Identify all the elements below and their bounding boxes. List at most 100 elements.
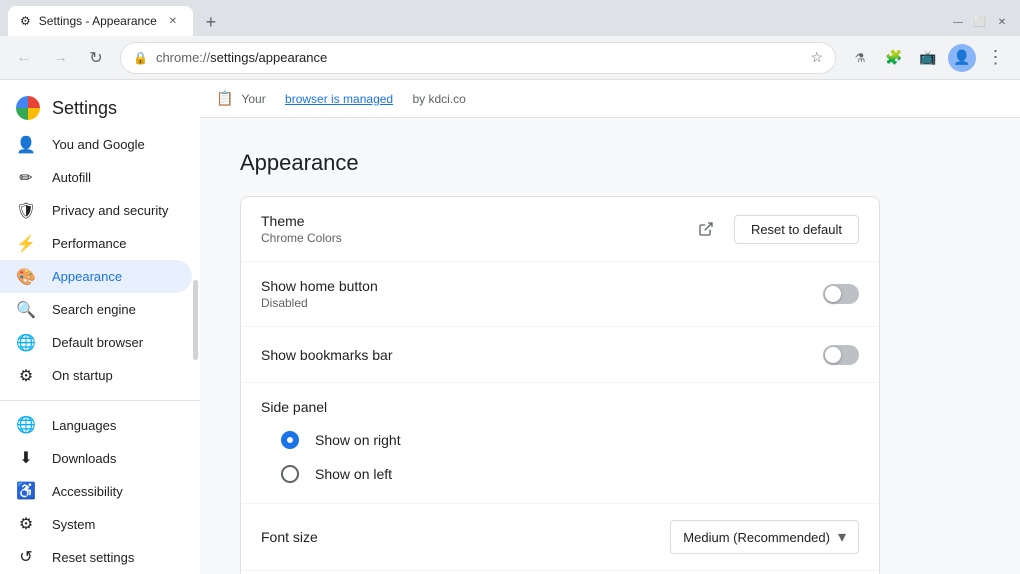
managed-link[interactable]: browser is managed bbox=[285, 92, 393, 106]
managed-text-suffix: by kdci.co bbox=[412, 92, 465, 106]
address-bar[interactable]: 🔒 chrome://settings/appearance ☆ bbox=[120, 42, 836, 74]
tab-bar: ⚙ Settings - Appearance ✕ + — ⬜ ✕ bbox=[0, 0, 1020, 36]
theme-subtitle: Chrome Colors bbox=[261, 231, 690, 245]
sidebar-label-you-and-google: You and Google bbox=[52, 137, 145, 152]
autofill-icon: ✏ bbox=[16, 168, 36, 188]
managed-text-prefix: Your bbox=[241, 92, 265, 106]
chrome-labs-button[interactable]: ⚗ bbox=[844, 42, 876, 74]
navigation-bar: ← → ↻ 🔒 chrome://settings/appearance ☆ ⚗… bbox=[0, 36, 1020, 80]
show-bookmarks-bar-control bbox=[823, 345, 859, 365]
tab-favicon: ⚙ bbox=[20, 14, 31, 28]
sidebar-item-default-browser[interactable]: 🌐 Default browser bbox=[0, 326, 192, 359]
page-title: Appearance bbox=[240, 142, 880, 176]
sidebar-item-autofill[interactable]: ✏ Autofill bbox=[0, 161, 192, 194]
new-tab-button[interactable]: + bbox=[197, 8, 225, 36]
minimize-button[interactable]: — bbox=[948, 12, 968, 32]
system-icon: ⚙ bbox=[16, 514, 36, 534]
side-panel-title: Side panel bbox=[261, 399, 859, 415]
external-link-icon bbox=[698, 221, 714, 237]
sidebar-item-appearance[interactable]: 🎨 Appearance bbox=[0, 260, 192, 293]
theme-controls: Reset to default bbox=[690, 213, 859, 245]
show-bookmarks-bar-row: Show bookmarks bar bbox=[241, 327, 879, 383]
startup-icon: ⚙ bbox=[16, 366, 36, 386]
sidebar-item-privacy-and-security[interactable]: 🛡 Privacy and security bbox=[0, 194, 192, 227]
sidebar-item-reset-settings[interactable]: ↺ Reset settings bbox=[0, 541, 192, 574]
font-size-dropdown-arrow: ▾ bbox=[838, 527, 846, 547]
sidebar-item-accessibility[interactable]: ♿ Accessibility bbox=[0, 475, 192, 508]
theme-info: Theme Chrome Colors bbox=[261, 213, 690, 245]
font-size-dropdown[interactable]: Medium (Recommended) ▾ bbox=[670, 520, 859, 554]
forward-button[interactable]: → bbox=[44, 42, 76, 74]
reset-icon: ↺ bbox=[16, 547, 36, 567]
sidebar-item-downloads[interactable]: ⬇ Downloads bbox=[0, 442, 192, 475]
side-panel-show-right-row: Show on right bbox=[261, 423, 859, 457]
profile-button[interactable]: 👤 bbox=[946, 42, 978, 74]
url-path-part: settings/appearance bbox=[210, 50, 327, 65]
cast-button[interactable]: 📺 bbox=[912, 42, 944, 74]
show-left-radio[interactable] bbox=[281, 465, 299, 483]
url-display: chrome://settings/appearance bbox=[156, 50, 802, 65]
show-home-button-info: Show home button Disabled bbox=[261, 278, 823, 310]
default-browser-icon: 🌐 bbox=[16, 333, 36, 353]
sidebar-label-downloads: Downloads bbox=[52, 451, 116, 466]
sidebar: Settings 👤 You and Google ✏ Autofill 🛡 P… bbox=[0, 80, 200, 574]
show-home-button-control bbox=[823, 284, 859, 304]
search-icon: 🔍 bbox=[16, 300, 36, 320]
extensions-button[interactable]: 🧩 bbox=[878, 42, 910, 74]
font-size-title: Font size bbox=[261, 529, 670, 545]
accessibility-icon: ♿ bbox=[16, 481, 36, 501]
sidebar-item-languages[interactable]: 🌐 Languages bbox=[0, 409, 192, 442]
theme-row: Theme Chrome Colors Reset bbox=[241, 197, 879, 262]
side-panel-section: Side panel Show on right Show on left bbox=[241, 383, 879, 504]
sidebar-scrollbar-thumb bbox=[193, 280, 198, 360]
tab-title: Settings - Appearance bbox=[39, 14, 157, 28]
shield-icon: 🛡 bbox=[16, 201, 36, 221]
refresh-icon: ↻ bbox=[89, 48, 102, 68]
show-right-radio[interactable] bbox=[281, 431, 299, 449]
lock-icon: 🔒 bbox=[133, 51, 148, 65]
sidebar-label-search-engine: Search engine bbox=[52, 302, 136, 317]
main-content: 📋 Your browser is managed by kdci.co App… bbox=[200, 80, 1020, 574]
maximize-button[interactable]: ⬜ bbox=[970, 12, 990, 32]
sidebar-divider bbox=[0, 400, 200, 401]
content-area: Settings 👤 You and Google ✏ Autofill 🛡 P… bbox=[0, 80, 1020, 574]
sidebar-item-you-and-google[interactable]: 👤 You and Google bbox=[0, 128, 192, 161]
person-icon: 👤 bbox=[16, 135, 36, 155]
sidebar-header: Settings bbox=[0, 80, 200, 128]
sidebar-label-appearance: Appearance bbox=[52, 269, 122, 284]
show-bookmarks-bar-toggle[interactable] bbox=[823, 345, 859, 365]
avatar: 👤 bbox=[948, 44, 976, 72]
menu-button[interactable]: ⋮ bbox=[980, 42, 1012, 74]
theme-title: Theme bbox=[261, 213, 690, 229]
main-inner: Appearance Theme Chrome Colors bbox=[200, 118, 920, 574]
downloads-icon: ⬇ bbox=[16, 448, 36, 468]
show-home-button-subtitle: Disabled bbox=[261, 296, 823, 310]
sidebar-item-on-startup[interactable]: ⚙ On startup bbox=[0, 359, 192, 392]
font-size-selected: Medium (Recommended) bbox=[683, 530, 830, 545]
sidebar-item-performance[interactable]: ⚡ Performance bbox=[0, 227, 192, 260]
close-window-button[interactable]: ✕ bbox=[992, 12, 1012, 32]
bookmark-star-icon[interactable]: ☆ bbox=[810, 49, 823, 66]
sidebar-item-system[interactable]: ⚙ System bbox=[0, 508, 192, 541]
sidebar-item-search-engine[interactable]: 🔍 Search engine bbox=[0, 293, 192, 326]
refresh-button[interactable]: ↻ bbox=[80, 42, 112, 74]
active-tab[interactable]: ⚙ Settings - Appearance ✕ bbox=[8, 6, 193, 36]
sidebar-label-languages: Languages bbox=[52, 418, 116, 433]
managed-icon: 📋 bbox=[216, 90, 233, 107]
sidebar-label-privacy: Privacy and security bbox=[52, 203, 168, 218]
show-home-button-title: Show home button bbox=[261, 278, 823, 294]
back-button[interactable]: ← bbox=[8, 42, 40, 74]
show-right-label[interactable]: Show on right bbox=[315, 432, 401, 448]
tab-close-button[interactable]: ✕ bbox=[165, 13, 181, 29]
show-left-label[interactable]: Show on left bbox=[315, 466, 392, 482]
reset-to-default-button[interactable]: Reset to default bbox=[734, 215, 859, 244]
theme-external-link-button[interactable] bbox=[690, 213, 722, 245]
show-home-button-toggle[interactable] bbox=[823, 284, 859, 304]
sidebar-label-default-browser: Default browser bbox=[52, 335, 143, 350]
show-bookmarks-bar-info: Show bookmarks bar bbox=[261, 347, 823, 363]
sidebar-label-reset: Reset settings bbox=[52, 550, 134, 565]
appearance-icon: 🎨 bbox=[16, 267, 36, 287]
managed-banner: 📋 Your browser is managed by kdci.co bbox=[200, 80, 1020, 118]
sidebar-label-accessibility: Accessibility bbox=[52, 484, 123, 499]
sidebar-label-on-startup: On startup bbox=[52, 368, 113, 383]
